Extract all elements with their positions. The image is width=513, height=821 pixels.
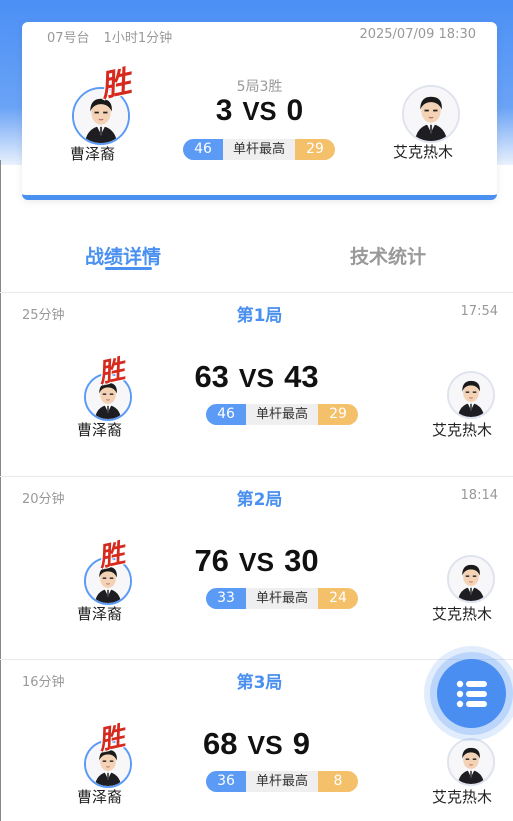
player1-score: 76 xyxy=(194,543,229,578)
player-avatar-icon xyxy=(449,373,493,417)
match-summary-card: 07号台 1小时1分钟 2025/07/09 18:30 胜 曹泽裔 5局3胜 3… xyxy=(22,22,497,200)
player1-score: 68 xyxy=(203,726,238,761)
list-icon xyxy=(456,680,487,707)
frame-title: 第2局 xyxy=(236,490,283,510)
player2-score: 43 xyxy=(284,359,319,394)
match-datetime: 2025/07/09 18:30 xyxy=(359,27,476,42)
player1-name: 曹泽裔 xyxy=(77,605,123,623)
frame-card[interactable]: 25分钟 第1局 17:54 胜 曹泽裔 63VS43 46 单杆最高 29 xyxy=(0,293,513,476)
player1-score: 63 xyxy=(194,359,229,394)
player2-avatar xyxy=(447,738,495,786)
player1-name[interactable]: 曹泽裔 xyxy=(70,143,115,164)
player1-score: 3 xyxy=(215,94,233,127)
player-avatar-icon xyxy=(449,740,493,784)
player2-avatar xyxy=(447,555,495,603)
high-break-bar: 33 单杆最高 24 xyxy=(206,588,358,609)
high-break-label: 单杆最高 xyxy=(246,404,318,425)
high-break-bar: 36 单杆最高 8 xyxy=(206,771,358,792)
player2-avatar[interactable] xyxy=(402,85,460,143)
vs-label: VS xyxy=(247,730,283,760)
table-number: 07号台 xyxy=(47,31,90,46)
tab-match-details[interactable]: 战绩详情 xyxy=(85,242,161,269)
match-duration: 1小时1分钟 xyxy=(103,31,173,46)
frame-time: 17:54 xyxy=(460,304,498,319)
frame-score: 68 VS 9 xyxy=(0,726,513,762)
player2-name: 艾克热木 xyxy=(432,605,493,623)
high-break-label: 单杆最高 xyxy=(223,139,295,160)
vs-label: VS xyxy=(238,547,275,577)
player2-score: 9 xyxy=(292,726,310,761)
tab-bar: 战绩详情 技术统计 xyxy=(0,232,513,282)
player1-high-break: 46 xyxy=(206,404,246,425)
high-break-label: 单杆最高 xyxy=(246,771,318,792)
player2-score: 30 xyxy=(284,543,319,578)
active-tab-indicator xyxy=(105,267,152,270)
player-avatar-icon xyxy=(449,557,493,601)
player2-avatar xyxy=(447,371,495,419)
high-break-label: 单杆最高 xyxy=(246,588,318,609)
match-meta: 07号台 1小时1分钟 xyxy=(47,27,172,46)
high-break-bar: 46 单杆最高 29 xyxy=(183,139,335,160)
player1-name: 曹泽裔 xyxy=(77,421,123,439)
vs-label: VS xyxy=(238,363,275,393)
player2-high-break: 8 xyxy=(318,771,358,792)
player2-name[interactable]: 艾克热木 xyxy=(393,141,453,162)
tab-technical-stats[interactable]: 技术统计 xyxy=(350,242,426,269)
player2-high-break: 29 xyxy=(295,139,335,160)
player1-name: 曹泽裔 xyxy=(77,788,123,806)
player2-high-break: 24 xyxy=(318,588,358,609)
player2-name: 艾克热木 xyxy=(432,788,493,806)
frame-score: 76 VS 30 xyxy=(0,543,513,579)
player1-high-break: 36 xyxy=(206,771,246,792)
high-break-bar: 46 单杆最高 29 xyxy=(206,404,358,425)
player2-high-break: 29 xyxy=(318,404,358,425)
frame-time: 18:14 xyxy=(460,488,498,503)
frame-score: 63 VS 43 xyxy=(0,359,513,395)
menu-fab-button[interactable] xyxy=(437,659,506,728)
player1-high-break: 46 xyxy=(183,139,223,160)
player-avatar-icon xyxy=(404,87,458,141)
frame-card[interactable]: 20分钟 第2局 18:14 胜 曹泽裔 76VS30 33 单杆最高 24 xyxy=(0,477,513,660)
vs-label: VS xyxy=(242,98,277,126)
player2-name: 艾克热木 xyxy=(432,421,493,439)
player2-score: 0 xyxy=(286,94,304,127)
player1-high-break: 33 xyxy=(206,588,246,609)
frame-title: 第1局 xyxy=(236,306,283,326)
